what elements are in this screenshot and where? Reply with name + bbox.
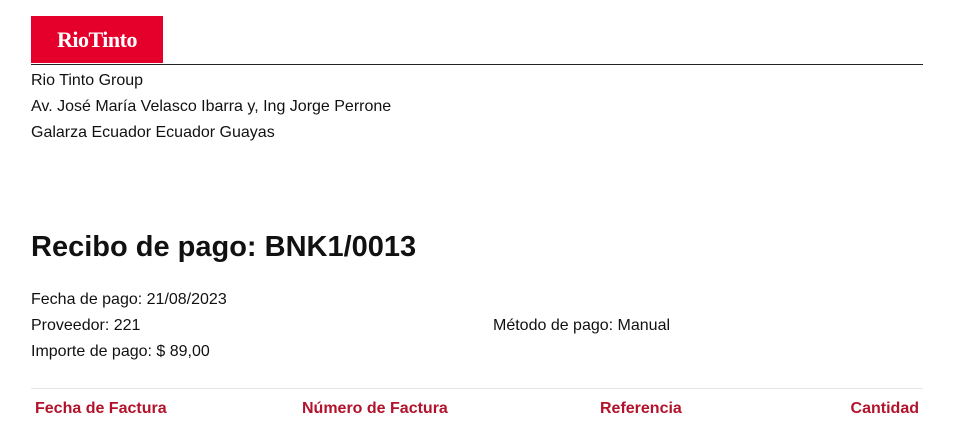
info-row-amount: Importe de pago: $ 89,00	[31, 339, 923, 365]
table-divider	[31, 388, 923, 389]
address-line-1: Av. José María Velasco Ibarra y, Ing Jor…	[31, 98, 392, 115]
rio-tinto-logo: RioTinto	[31, 16, 163, 63]
payment-amount: Importe de pago: $ 89,00	[31, 343, 210, 360]
column-header-amount: Cantidad	[850, 400, 919, 417]
column-header-invoice-number: Número de Factura	[302, 400, 448, 417]
payment-date: Fecha de pago: 21/08/2023	[31, 291, 227, 308]
column-header-invoice-date: Fecha de Factura	[35, 400, 167, 417]
supplier: Proveedor: 221	[31, 317, 141, 334]
receipt-info-block: Fecha de pago: 21/08/2023 Proveedor: 221…	[31, 287, 923, 365]
address-line-2: Galarza Ecuador Ecuador Guayas	[31, 124, 275, 141]
logo-wordmark: RioTinto	[57, 26, 137, 52]
payment-method: Método de pago: Manual	[493, 317, 671, 334]
invoice-table-header: Fecha de Factura Número de Factura Refer…	[31, 396, 923, 422]
header-divider	[31, 64, 923, 65]
info-row-supplier: Proveedor: 221 Método de pago: Manual	[31, 313, 923, 339]
column-header-reference: Referencia	[600, 400, 682, 417]
receipt-title: Recibo de pago: BNK1/0013	[31, 231, 417, 263]
company-address-block: Rio Tinto Group Av. José María Velasco I…	[31, 68, 391, 146]
info-row-date: Fecha de pago: 21/08/2023	[31, 287, 923, 313]
company-name: Rio Tinto Group	[31, 72, 144, 89]
